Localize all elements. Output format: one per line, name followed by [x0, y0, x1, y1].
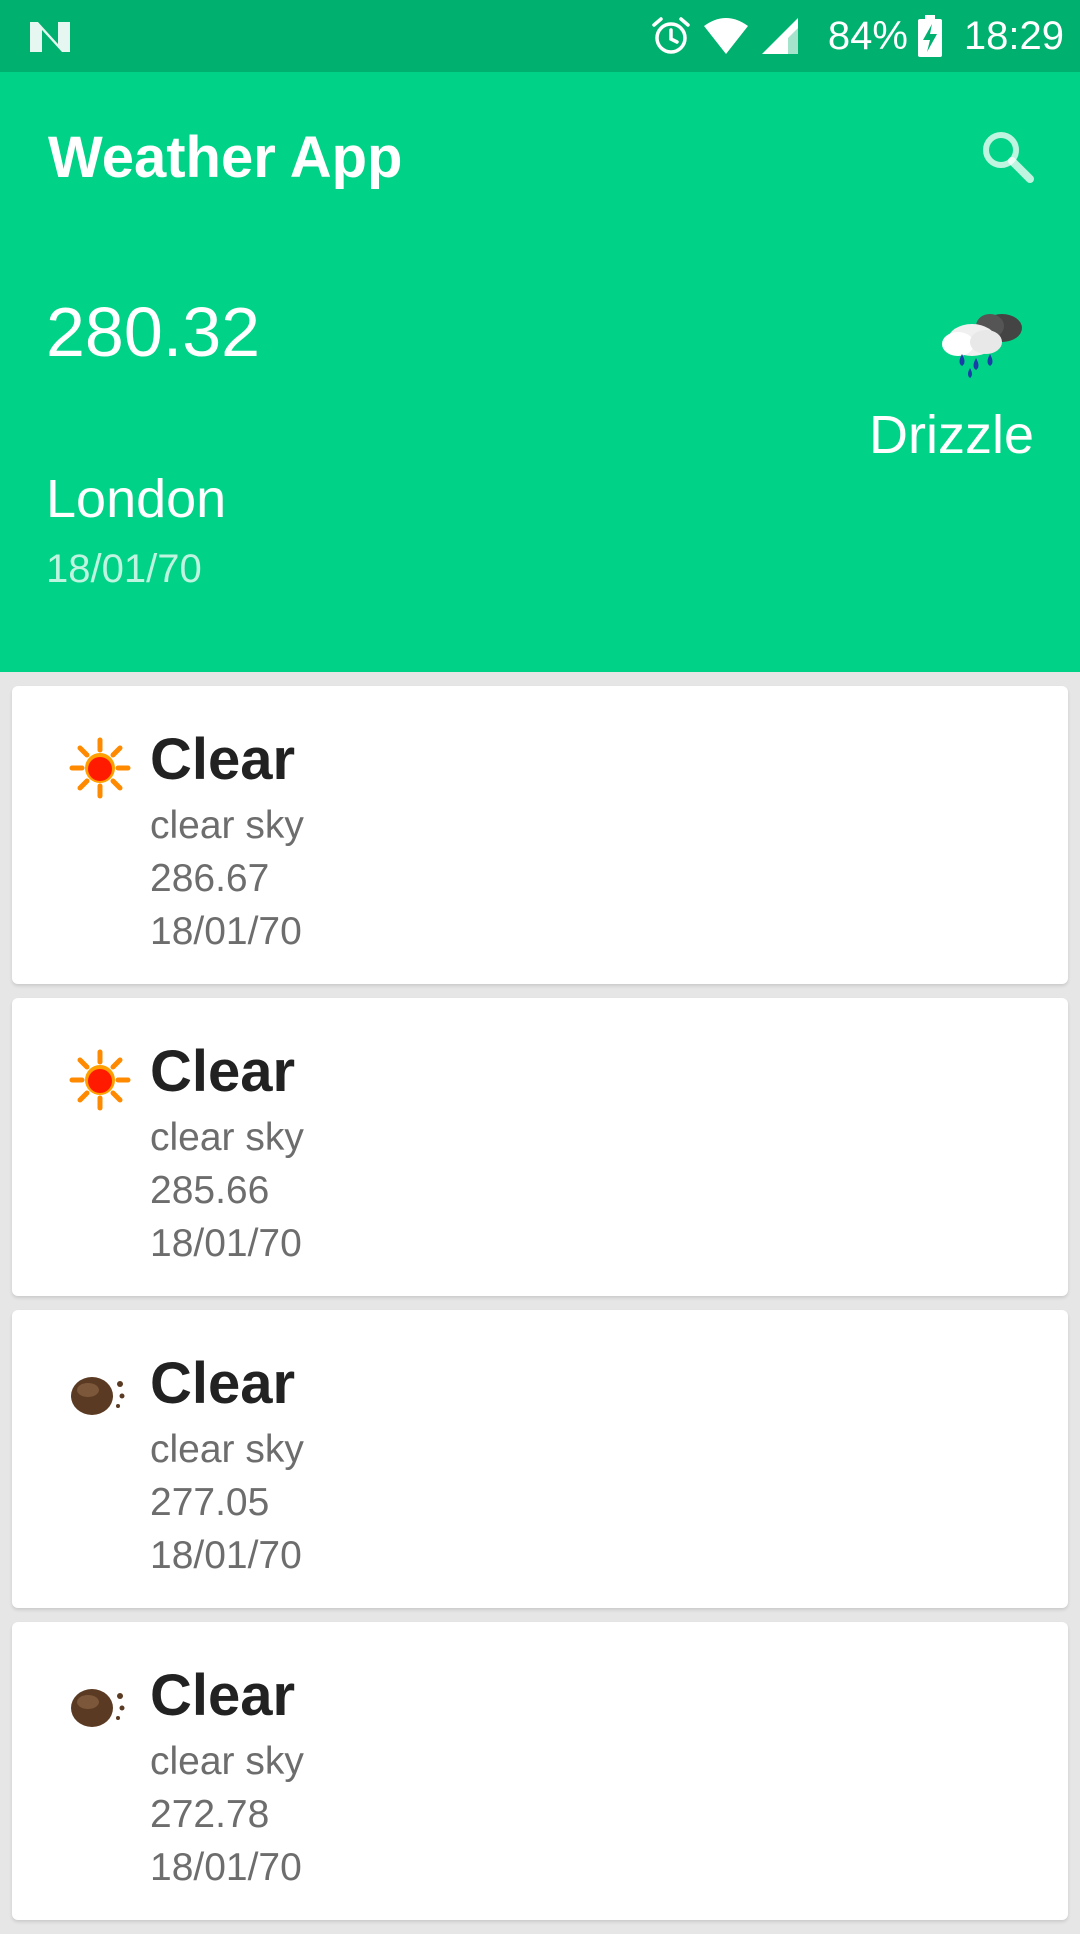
forecast-title: Clear — [150, 1039, 296, 1104]
forecast-card[interactable]: Clear clear sky 286.67 18/01/70 — [12, 686, 1068, 984]
current-temperature: 280.32 — [46, 293, 261, 371]
status-bar: 84% 18:29 — [0, 0, 1080, 72]
moon-icon — [71, 1689, 125, 1727]
forecast-description: clear sky — [150, 1428, 304, 1471]
forecast-title: Clear — [150, 727, 296, 792]
wifi-icon — [703, 18, 748, 54]
notification-n-icon — [30, 22, 70, 52]
moon-icon — [71, 1377, 125, 1415]
forecast-date: 18/01/70 — [150, 1222, 302, 1265]
signal-icon — [761, 18, 798, 54]
forecast-date: 18/01/70 — [150, 1534, 302, 1577]
forecast-title: Clear — [150, 1663, 296, 1728]
rain-cloud-icon — [942, 314, 1022, 378]
forecast-card[interactable]: Clear clear sky 285.66 18/01/70 — [12, 998, 1068, 1296]
forecast-temperature: 277.05 — [150, 1481, 270, 1524]
forecast-card[interactable]: Clear clear sky 277.05 18/01/70 — [12, 1310, 1068, 1608]
forecast-temperature: 272.78 — [150, 1793, 270, 1836]
sun-icon — [69, 1049, 131, 1111]
forecast-description: clear sky — [150, 804, 304, 847]
forecast-card[interactable]: Clear clear sky 272.78 18/01/70 — [12, 1622, 1068, 1920]
current-condition: Drizzle — [868, 405, 1034, 465]
city-name: London — [46, 469, 227, 529]
forecast-temperature: 285.66 — [150, 1169, 270, 1212]
forecast-date: 18/01/70 — [150, 1846, 302, 1889]
clock-time: 18:29 — [963, 13, 1064, 58]
forecast-temperature: 286.67 — [150, 857, 270, 900]
current-date: 18/01/70 — [46, 547, 202, 591]
search-icon[interactable] — [975, 124, 1039, 188]
battery-charging-icon — [917, 15, 942, 57]
forecast-title: Clear — [150, 1351, 296, 1416]
forecast-description: clear sky — [150, 1116, 304, 1159]
forecast-description: clear sky — [150, 1740, 304, 1783]
app-title: Weather App — [48, 125, 403, 190]
battery-percent: 84% — [827, 13, 908, 58]
sun-icon — [69, 737, 131, 799]
alarm-icon — [652, 17, 690, 54]
forecast-date: 18/01/70 — [150, 910, 302, 953]
forecast-list: Clear clear sky 286.67 18/01/70 Clear cl… — [0, 686, 1080, 1934]
app-header: Weather App 280.32 Drizzle London 18/01/… — [0, 72, 1080, 672]
